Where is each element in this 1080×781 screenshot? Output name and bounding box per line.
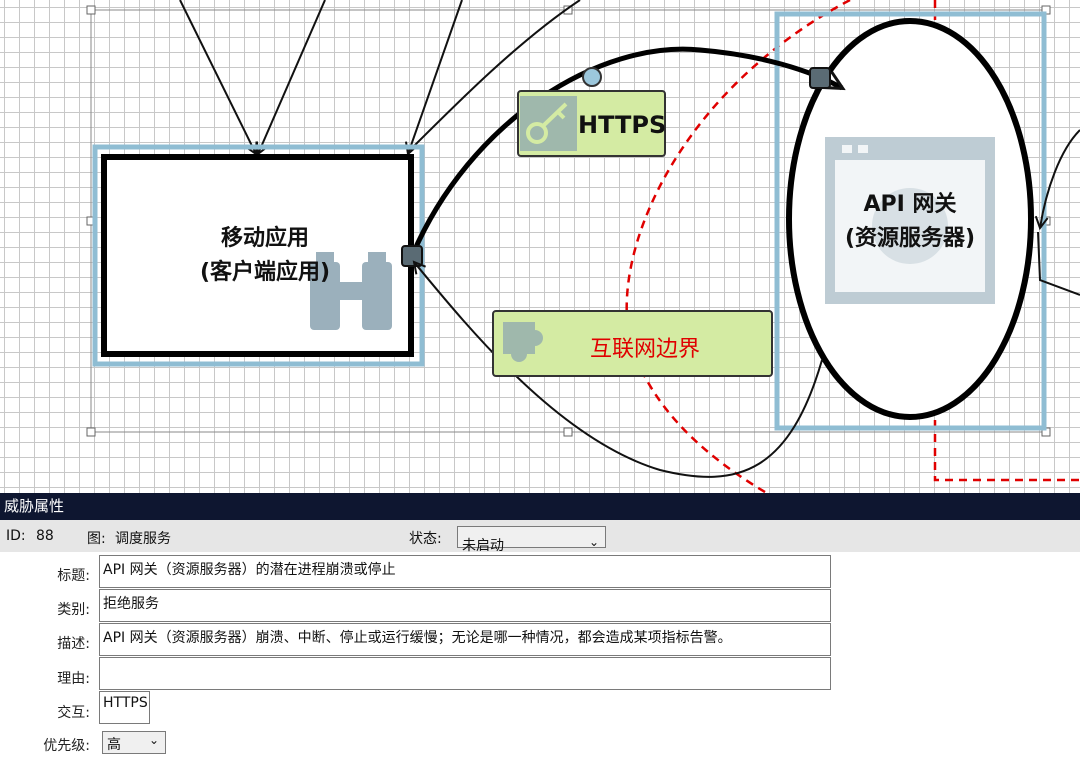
diagram-label: 图: <box>87 531 106 547</box>
id-value: 88 <box>36 528 54 544</box>
threat-info-row: ID: 88 图: 调度服务 状态: 未启动 ⌄ <box>0 520 1080 554</box>
mobile-app-label: 移动应用 (客户端应用) <box>150 222 380 290</box>
chevron-down-icon: ⌄ <box>148 733 159 747</box>
title-field[interactable]: API 网关（资源服务器）的潜在进程崩溃或停止 <box>99 555 831 588</box>
key-icon <box>520 96 577 151</box>
interaction-label: 交互: <box>57 705 90 721</box>
mobile-app-title: 移动应用 <box>220 226 309 251</box>
flow-start-handle[interactable] <box>401 245 423 267</box>
description-field[interactable]: API 网关（资源服务器）崩溃、中断、停止或运行缓慢；无论是哪一种情况，都会造成… <box>99 623 831 656</box>
priority-select[interactable]: 高 ⌄ <box>102 731 166 754</box>
id-label: ID: <box>6 528 26 544</box>
title-label: 标题: <box>57 568 90 584</box>
description-label: 描述: <box>57 636 90 652</box>
api-gateway-label: API 网关 (资源服务器) <box>810 188 1010 256</box>
reason-label: 理由: <box>57 671 90 687</box>
category-field[interactable]: 拒绝服务 <box>99 589 831 622</box>
api-gateway-subtitle: (资源服务器) <box>844 226 976 251</box>
panel-title: 威胁属性 <box>0 493 1080 520</box>
https-flow-label: HTTPS <box>578 111 667 139</box>
priority-select-value: 高 <box>107 737 121 753</box>
interaction-field: HTTPS <box>99 691 150 724</box>
mobile-app-subtitle: (客户端应用) <box>199 260 331 285</box>
state-select-value: 未启动 <box>462 538 504 554</box>
threat-properties-panel: 威胁属性 ID: 88 图: 调度服务 状态: 未启动 ⌄ 标题: API 网关… <box>0 493 1080 781</box>
api-gateway-title: API 网关 <box>863 192 957 217</box>
internet-boundary-label: 互联网边界 <box>590 337 701 362</box>
diagram-canvas[interactable]: 移动应用 (客户端应用) API 网关 (资源服务器) HTTPS 互联网边界 <box>0 0 1080 493</box>
reason-field[interactable] <box>99 657 831 690</box>
flow-curve-handle[interactable] <box>582 67 602 87</box>
category-label: 类别: <box>57 602 90 618</box>
state-select[interactable]: 未启动 ⌄ <box>457 526 606 554</box>
flow-end-handle[interactable] <box>809 67 831 89</box>
diagram-value: 调度服务 <box>115 531 171 547</box>
priority-label: 优先级: <box>43 738 90 754</box>
state-label: 状态: <box>409 531 442 547</box>
chevron-down-icon: ⌄ <box>588 535 599 549</box>
